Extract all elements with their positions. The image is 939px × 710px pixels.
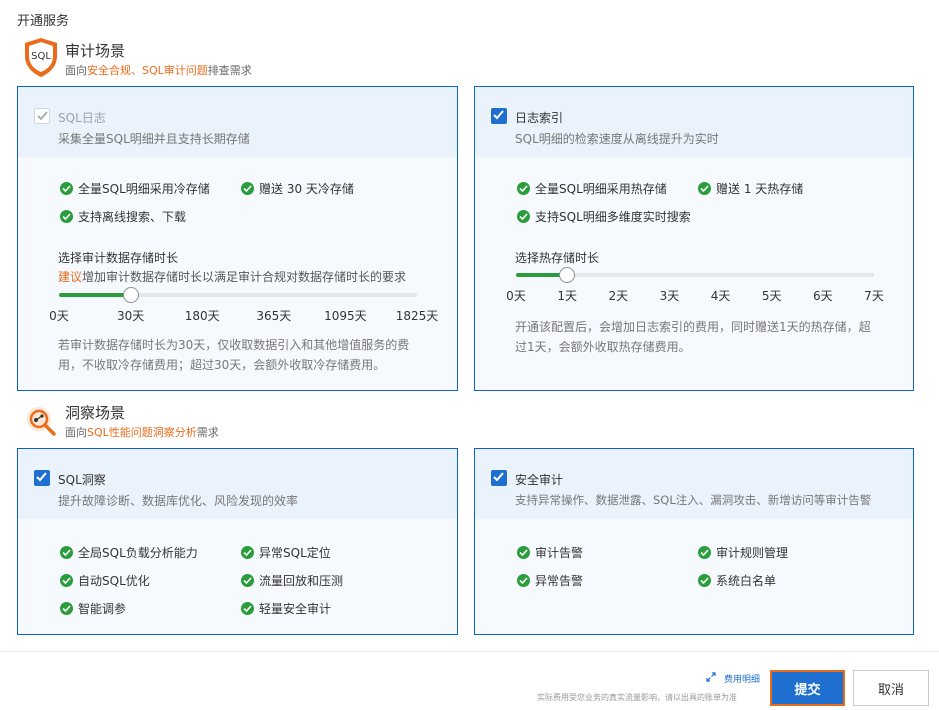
feature-item: 审计告警 [517,544,583,561]
audit-storage-slider[interactable] [59,287,417,303]
log-index-title: 日志索引 [515,111,564,125]
check-circle-icon [698,182,711,195]
page-title: 开通服务 [17,14,70,29]
insight-scene-title: 洞察场景 [65,404,126,422]
check-circle-icon [241,602,254,615]
check-circle-icon [241,182,254,195]
slider-tick-label[interactable]: 1天 [557,287,577,304]
cancel-button[interactable]: 取消 [853,670,929,706]
cost-detail-link[interactable]: 费用明细 [706,672,760,685]
feature-item: 赠送 1 天热存储 [698,180,803,197]
audit-storage-slider-label: 选择审计数据存储时长 [58,251,179,265]
audit-storage-advice: 建议增加审计数据存储时长以满足审计合规对数据存储时长的要求 [58,270,407,284]
slider-handle[interactable] [122,287,139,303]
slider-tick-label[interactable]: 1095天 [324,307,367,324]
security-audit-title: 安全审计 [515,473,564,487]
sql-log-title: SQL日志 [58,111,106,125]
hot-storage-slider-label: 选择热存储时长 [515,251,600,265]
slider-tick-label[interactable]: 0天 [49,307,69,324]
footer-divider [0,651,939,652]
slider-tick-label[interactable]: 4天 [711,287,731,304]
hot-storage-slider[interactable] [516,267,874,283]
feature-item: 流量回放和压测 [241,572,343,589]
check-circle-icon [517,574,530,587]
sql-log-checkbox[interactable] [34,108,50,124]
sql-insight-title: SQL洞察 [58,473,106,487]
check-circle-icon [60,574,73,587]
feature-item: 全量SQL明细采用热存储 [517,180,667,197]
check-circle-icon [60,182,73,195]
cost-note: 实际费用受您业务的真实流量影响，请以出具的账单为准 [537,693,737,702]
sql-shield-icon: SQL [22,36,60,77]
check-circle-icon [241,574,254,587]
check-circle-icon [517,182,530,195]
slider-tick-label[interactable]: 1825天 [396,307,439,324]
feature-item: 支持离线搜索、下载 [60,208,186,225]
slider-tick-label[interactable]: 7天 [864,287,884,304]
check-circle-icon [60,210,73,223]
svg-text:SQL: SQL [31,51,51,62]
feature-item: 异常告警 [517,572,583,589]
sql-insight-card: SQL洞察 提升故障诊断、数据库优化、风险发现的效率 全局SQL负载分析能力 异… [17,448,458,635]
sql-log-description: 采集全量SQL明细并且支持长期存储 [58,132,250,146]
sql-insight-checkbox[interactable] [34,470,50,486]
security-audit-checkbox[interactable] [491,470,507,486]
slider-tick-label[interactable]: 6天 [813,287,833,304]
audit-scene-subtitle: 面向安全合规、SQL审计问题排查需求 [65,64,252,77]
slider-tick-label[interactable]: 180天 [185,307,220,324]
check-circle-icon [517,210,530,223]
sql-insight-description: 提升故障诊断、数据库优化、风险发现的效率 [58,494,299,508]
slider-tick-label[interactable]: 365天 [256,307,291,324]
slider-tick-label[interactable]: 2天 [608,287,628,304]
feature-item: 系统白名单 [698,572,776,589]
security-audit-description: 支持异常操作、数据泄露、SQL注入、漏洞攻击、新增访问等审计告警 [515,493,872,507]
slider-tick-label[interactable]: 3天 [660,287,680,304]
log-index-card: 日志索引 SQL明细的检索速度从离线提升为实时 全量SQL明细采用热存储 赠送 … [474,86,914,391]
check-circle-icon [517,546,530,559]
hot-storage-note: 开通该配置后，会增加日志索引的费用，同时赠送1天的热存储，超 过1天，会额外收取… [515,320,871,354]
security-audit-card: 安全审计 支持异常操作、数据泄露、SQL注入、漏洞攻击、新增访问等审计告警 审计… [474,448,914,635]
feature-item: 自动SQL优化 [60,572,150,589]
check-circle-icon [60,546,73,559]
submit-button[interactable]: 提交 [770,670,845,706]
feature-item: 轻量安全审计 [241,600,331,617]
check-circle-icon [241,546,254,559]
slider-handle[interactable] [559,267,576,283]
slider-tick-label[interactable]: 0天 [506,287,526,304]
check-circle-icon [698,574,711,587]
slider-tick-label[interactable]: 5天 [762,287,782,304]
insight-magnifier-icon [22,402,60,440]
slider-tick-label[interactable]: 30天 [117,307,144,324]
log-index-description: SQL明细的检索速度从离线提升为实时 [515,132,719,146]
feature-item: 全局SQL负载分析能力 [60,544,198,561]
check-circle-icon [60,602,73,615]
feature-item: 全量SQL明细采用冷存储 [60,180,210,197]
feature-item: 支持SQL明细多维度实时搜索 [517,208,691,225]
feature-item: 异常SQL定位 [241,544,331,561]
audit-scene-title: 审计场景 [65,42,126,60]
insight-scene-subtitle: 面向SQL性能问题洞察分析需求 [65,426,219,439]
expand-icon [706,672,716,685]
slider-fill [59,293,131,297]
log-index-checkbox[interactable] [491,108,507,124]
audit-storage-note: 若审计数据存储时长为30天，仅收取数据引入和其他增值服务的费 用，不收取冷存储费… [58,338,410,372]
feature-item: 赠送 30 天冷存储 [241,180,354,197]
feature-item: 审计规则管理 [698,544,788,561]
sql-log-card: SQL日志 采集全量SQL明细并且支持长期存储 全量SQL明细采用冷存储 赠送 … [17,86,458,391]
feature-item: 智能调参 [60,600,126,617]
check-circle-icon [698,546,711,559]
